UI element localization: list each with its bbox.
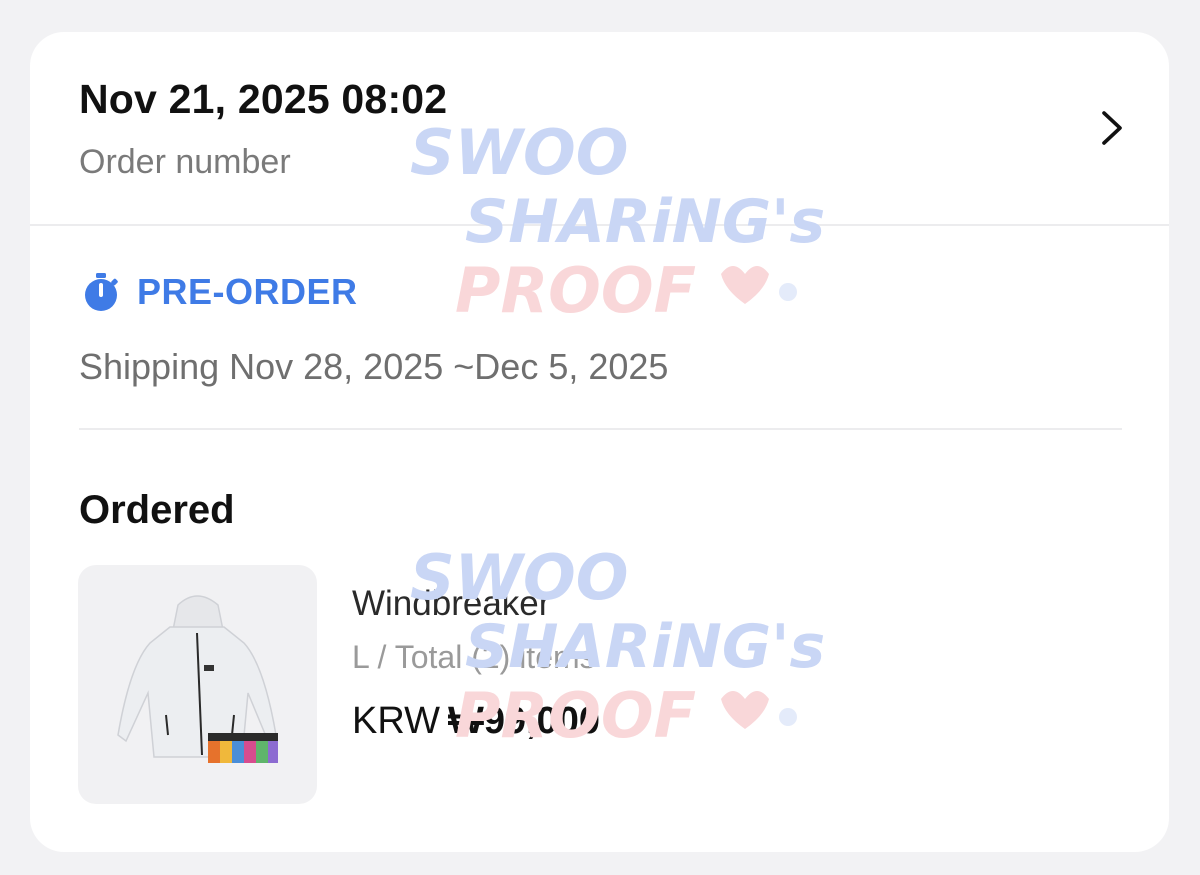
header-divider xyxy=(30,224,1169,226)
order-card: Nov 21, 2025 08:02 Order number PRE-ORDE… xyxy=(30,32,1169,852)
preorder-label: PRE-ORDER xyxy=(137,271,358,312)
order-number-label: Order number xyxy=(79,143,291,181)
order-date: Nov 21, 2025 08:02 xyxy=(79,76,448,122)
price-amount: ₩99,000 xyxy=(447,700,601,742)
chevron-right-icon[interactable] xyxy=(1092,108,1132,148)
product-option: L / Total (2) items xyxy=(352,639,596,675)
shipping-dates: Shipping Nov 28, 2025 ~Dec 5, 2025 xyxy=(79,346,669,387)
product-name[interactable]: Windbreaker xyxy=(352,584,550,624)
price-currency: KRW xyxy=(352,700,440,742)
ordered-section-title: Ordered xyxy=(79,488,235,532)
heart-icon xyxy=(721,266,769,304)
section-divider xyxy=(79,428,1122,430)
product-image[interactable] xyxy=(78,565,317,804)
windbreaker-image xyxy=(117,595,278,763)
watermark-line-3: PROOF xyxy=(455,254,696,327)
order-header[interactable]: Nov 21, 2025 08:02 Order number xyxy=(30,32,1169,224)
heart-icon-b xyxy=(721,691,769,729)
product-price: KRW ₩99,000 xyxy=(352,700,600,743)
preorder-status: PRE-ORDER xyxy=(80,271,358,312)
stopwatch-icon xyxy=(85,273,118,311)
